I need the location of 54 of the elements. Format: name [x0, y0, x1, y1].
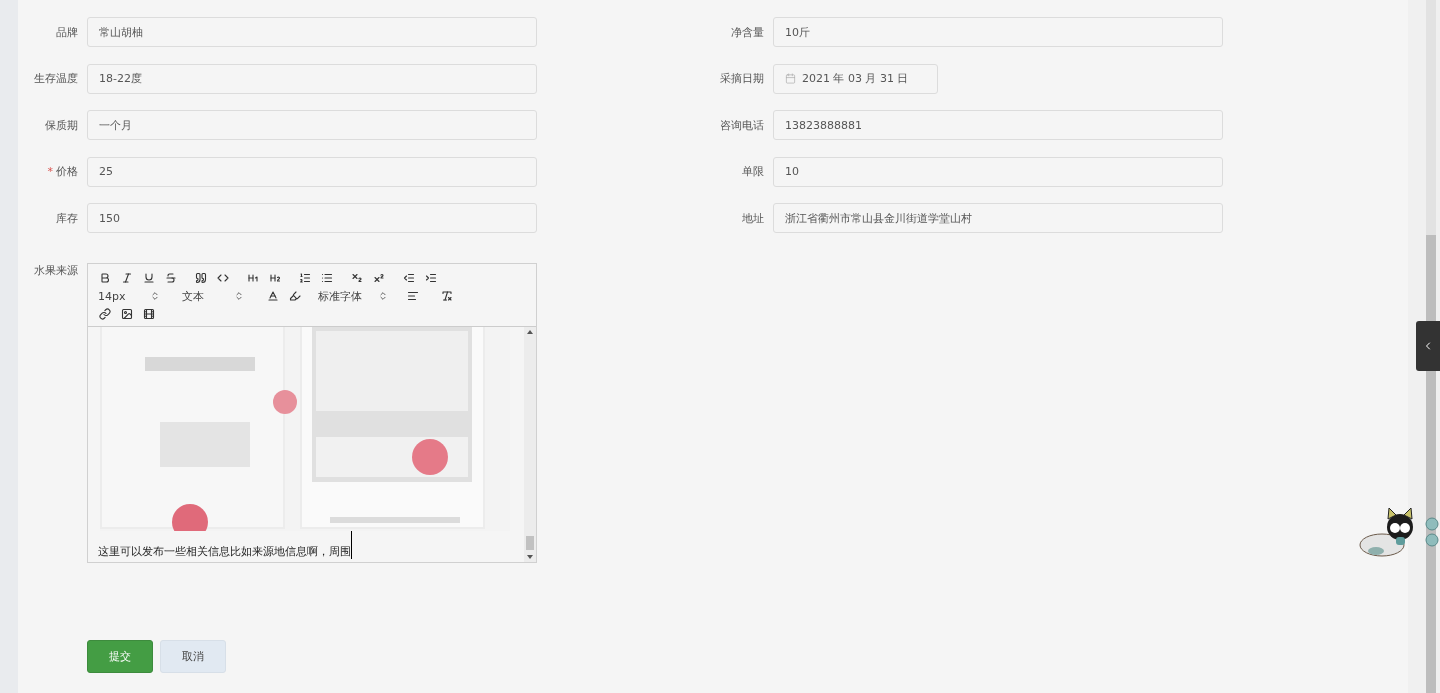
sort-icon: [150, 291, 160, 301]
calendar-icon: [785, 73, 796, 84]
input-field[interactable]: 18-22度: [87, 63, 537, 94]
bold-icon[interactable]: [98, 271, 112, 285]
ordered-list-icon[interactable]: [298, 271, 312, 285]
field-label: * 价格: [47, 164, 78, 179]
field-label: 净含量: [731, 24, 764, 40]
field-label: 地址: [742, 210, 764, 226]
align-left-icon[interactable]: [406, 289, 420, 303]
field-label: 咨询电话: [720, 117, 764, 133]
subscript-icon[interactable]: [350, 271, 364, 285]
scroll-down-icon[interactable]: [527, 555, 533, 559]
field-label: 品牌: [56, 24, 78, 40]
block-type-select[interactable]: 文本: [182, 288, 244, 304]
bullet-list-icon[interactable]: [320, 271, 334, 285]
superscript-icon[interactable]: [372, 271, 386, 285]
input-field[interactable]: 25: [87, 156, 537, 187]
input-field[interactable]: 常山胡柚: [87, 17, 537, 47]
input-field[interactable]: 10斤: [773, 17, 1223, 47]
field-label: 采摘日期: [720, 71, 764, 86]
link-icon[interactable]: [98, 307, 112, 321]
font-size-select[interactable]: 14px: [98, 288, 160, 304]
font-family-select[interactable]: 标准字体: [318, 288, 388, 304]
cancel-button[interactable]: 取消: [160, 640, 226, 673]
sort-icon: [378, 291, 388, 301]
indent-icon[interactable]: [424, 271, 438, 285]
input-field[interactable]: 13823888881: [773, 110, 1223, 140]
input-field[interactable]: 10: [773, 156, 1223, 187]
scrollbar-thumb[interactable]: [1426, 371, 1436, 693]
field-label: 水果来源: [34, 263, 78, 278]
scroll-up-icon[interactable]: [527, 330, 533, 334]
strikethrough-icon[interactable]: [164, 271, 178, 285]
sort-icon: [234, 291, 244, 301]
date-field[interactable]: 2021 年 03 月 31 日: [773, 63, 938, 94]
clear-format-icon[interactable]: [440, 289, 454, 303]
scrollbar-thumb[interactable]: [526, 536, 534, 550]
field-label: 库存: [56, 210, 78, 226]
input-field[interactable]: 一个月: [87, 110, 537, 140]
image-icon[interactable]: [120, 307, 134, 321]
field-label: 单限: [742, 164, 764, 179]
rich-text-editor[interactable]: 14px 文本 标准字体 这里可以发布一些相关信息比如来源地信息啊，周围: [87, 263, 537, 563]
font-color-icon[interactable]: [266, 289, 280, 303]
film-icon[interactable]: [142, 307, 156, 321]
italic-icon[interactable]: [120, 271, 134, 285]
scrollbar-thumb[interactable]: [1426, 235, 1436, 321]
input-field[interactable]: 150: [87, 203, 537, 233]
underline-icon[interactable]: [142, 271, 156, 285]
field-label: 保质期: [45, 117, 78, 133]
outdent-icon[interactable]: [402, 271, 416, 285]
highlighter-icon[interactable]: [288, 289, 302, 303]
quote-icon[interactable]: [194, 271, 208, 285]
input-field[interactable]: 浙江省衢州市常山县金川街道学堂山村: [773, 203, 1223, 233]
editor-text: 这里可以发布一些相关信息比如来源地信息啊，周围: [88, 531, 352, 559]
field-label: 生存温度: [34, 71, 78, 86]
